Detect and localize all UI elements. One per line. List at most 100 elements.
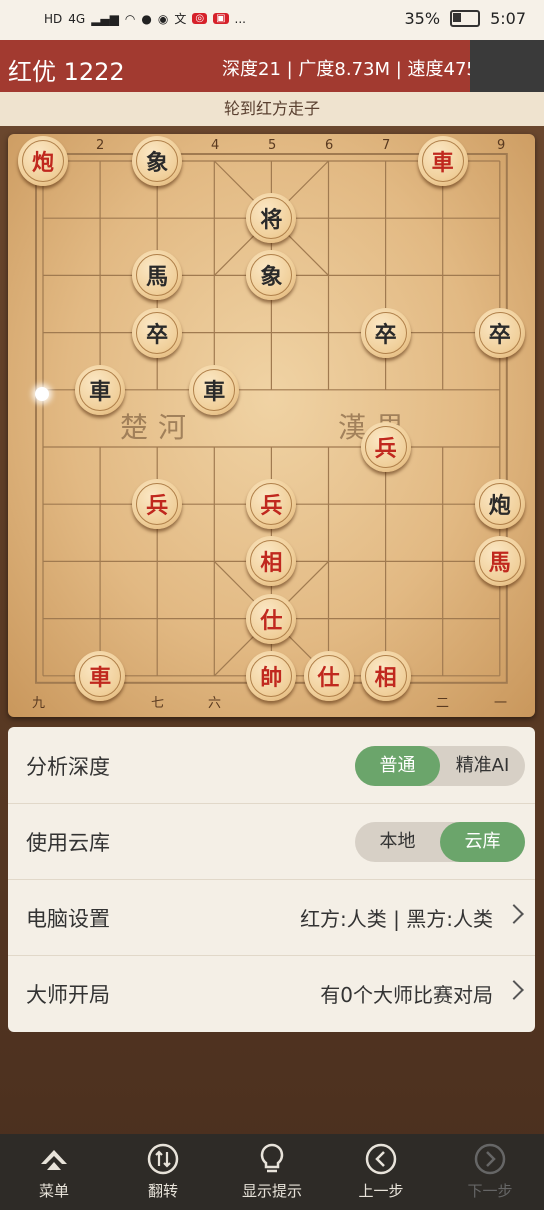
analysis-depth-row: 分析深度 普通 精准AI [8, 727, 535, 804]
cloud-library-row: 使用云库 本地 云库 [8, 803, 535, 880]
hint-label: 显示提示 [241, 1182, 302, 1200]
chevron-right-icon [504, 904, 524, 924]
app-badge-icon: ▣ [213, 13, 229, 24]
cloud-local-option[interactable]: 本地 [355, 822, 440, 862]
piece-character: 車 [193, 368, 236, 411]
previous-move-label: 上一步 [358, 1182, 404, 1200]
computer-settings-value: 红方:人类 | 黑方:人类 [300, 907, 493, 931]
black-piece[interactable]: 車 [189, 364, 240, 415]
computer-settings-row[interactable]: 电脑设置 红方:人类 | 黑方:人类 [8, 879, 535, 956]
black-piece[interactable]: 卒 [474, 307, 525, 358]
file-label-top: 5 [268, 138, 277, 153]
flip-button[interactable]: 翻转 [113, 1142, 213, 1201]
cloud-library-label: 使用云库 [26, 831, 110, 855]
file-label-bottom: 六 [208, 696, 222, 711]
depth-precise-ai-option[interactable]: 精准AI [440, 746, 525, 786]
black-piece[interactable]: 象 [132, 136, 183, 186]
red-piece[interactable]: 炮 [18, 136, 68, 186]
piece-character: 卒 [136, 311, 179, 354]
file-label-top: 7 [382, 138, 391, 153]
black-piece[interactable]: 車 [75, 364, 126, 415]
piece-character: 馬 [478, 540, 521, 583]
file-label-bottom: 二 [436, 696, 450, 711]
signal-icon: ▂▄▆ [91, 11, 119, 26]
analysis-depth-toggle[interactable]: 普通 精准AI [355, 746, 525, 786]
depth-normal-option[interactable]: 普通 [355, 746, 440, 786]
file-label-top: 4 [211, 138, 220, 153]
evaluation-score: 红优 1222 [8, 58, 125, 86]
status-bar: HD 4G ▂▄▆ ◠ ● ◉ 文 ◎ ▣ ... 35% 5:07 [0, 0, 544, 40]
red-piece[interactable]: 仕 [246, 593, 297, 644]
piece-character: 車 [79, 654, 122, 697]
piece-character: 車 [421, 140, 464, 182]
previous-move-button[interactable]: 上一步 [331, 1142, 431, 1201]
engine-analysis-bar: 红优 1222 深度21 | 广度8.73M | 速度4753691 [0, 40, 544, 92]
move-from-marker[interactable] [35, 387, 49, 401]
clock: 5:07 [490, 9, 526, 28]
piece-character: 馬 [136, 254, 179, 297]
chess-board[interactable]: 2 4 5 6 7 9 九 七 六 二 一 楚河 漢界 炮象車将馬象卒卒卒車車兵… [8, 134, 535, 717]
piece-character: 炮 [478, 483, 521, 526]
chevron-left-circle-icon [365, 1143, 397, 1175]
master-opening-value: 有0个大师比赛对局 [320, 983, 493, 1007]
master-opening-row[interactable]: 大师开局 有0个大师比赛对局 [8, 955, 535, 1031]
weibo-icon: ◎ [192, 13, 208, 24]
piece-character: 仕 [307, 654, 350, 697]
piece-character: 炮 [22, 140, 64, 182]
wechat-icon: ● [141, 11, 152, 26]
app-icon: ◉ [157, 11, 169, 26]
file-label-bottom: 七 [151, 696, 165, 711]
piece-character: 帥 [250, 654, 293, 697]
cloud-cloud-option[interactable]: 云库 [440, 822, 525, 862]
piece-character: 卒 [364, 311, 407, 354]
battery-percent: 35% [404, 9, 441, 28]
next-move-label: 下一步 [467, 1182, 513, 1200]
piece-character: 象 [250, 254, 293, 297]
cloud-library-toggle[interactable]: 本地 云库 [355, 822, 525, 862]
black-piece[interactable]: 卒 [132, 307, 183, 358]
master-opening-label: 大师开局 [26, 983, 110, 1007]
menu-button[interactable]: 菜单 [4, 1142, 104, 1201]
piece-character: 象 [136, 140, 179, 182]
piece-character: 兵 [364, 426, 407, 468]
evaluation-bar-black [470, 40, 544, 92]
turn-indicator: 轮到红方走子 [0, 92, 544, 126]
battery-icon [450, 10, 481, 27]
chevron-right-circle-icon [474, 1143, 506, 1175]
network-4g-icon: 4G [68, 11, 86, 26]
computer-settings-label: 电脑设置 [26, 907, 110, 931]
hd-icon: HD [44, 11, 63, 26]
red-piece[interactable]: 車 [417, 136, 468, 186]
file-label-bottom: 九 [32, 696, 46, 711]
piece-character: 車 [79, 368, 122, 411]
analysis-depth-label: 分析深度 [26, 755, 110, 779]
black-piece[interactable]: 炮 [474, 479, 525, 530]
red-piece[interactable]: 相 [360, 650, 411, 701]
menu-label: 菜单 [38, 1182, 69, 1200]
red-piece[interactable]: 帥 [246, 650, 297, 701]
river-label-chu: 楚河 [120, 411, 197, 444]
file-label-top: 6 [325, 138, 334, 153]
bottom-navigation: 菜单 翻转 显示提示 上一步 下一步 [0, 1134, 544, 1210]
hint-button[interactable]: 显示提示 [222, 1142, 322, 1201]
next-move-button[interactable]: 下一步 [440, 1142, 540, 1201]
red-piece[interactable]: 馬 [474, 536, 525, 587]
menu-icon [41, 1150, 67, 1170]
piece-character: 将 [250, 197, 293, 240]
piece-character: 相 [364, 654, 407, 697]
red-piece[interactable]: 兵 [360, 422, 411, 472]
file-label-bottom: 一 [494, 696, 508, 711]
chevron-right-icon [504, 980, 524, 1000]
file-label-top: 9 [497, 138, 506, 153]
piece-character: 兵 [136, 483, 179, 526]
flip-icon [147, 1143, 179, 1175]
black-piece[interactable]: 卒 [360, 307, 411, 358]
piece-character: 兵 [250, 483, 293, 526]
more-icon: ... [234, 11, 246, 26]
wifi-icon: ◠ [124, 11, 136, 26]
flip-label: 翻转 [147, 1182, 178, 1200]
red-piece[interactable]: 車 [75, 650, 126, 701]
file-label-top: 2 [96, 138, 105, 153]
status-icons: HD 4G ▂▄▆ ◠ ● ◉ 文 ◎ ▣ ... [44, 10, 246, 27]
red-piece[interactable]: 仕 [303, 650, 354, 701]
